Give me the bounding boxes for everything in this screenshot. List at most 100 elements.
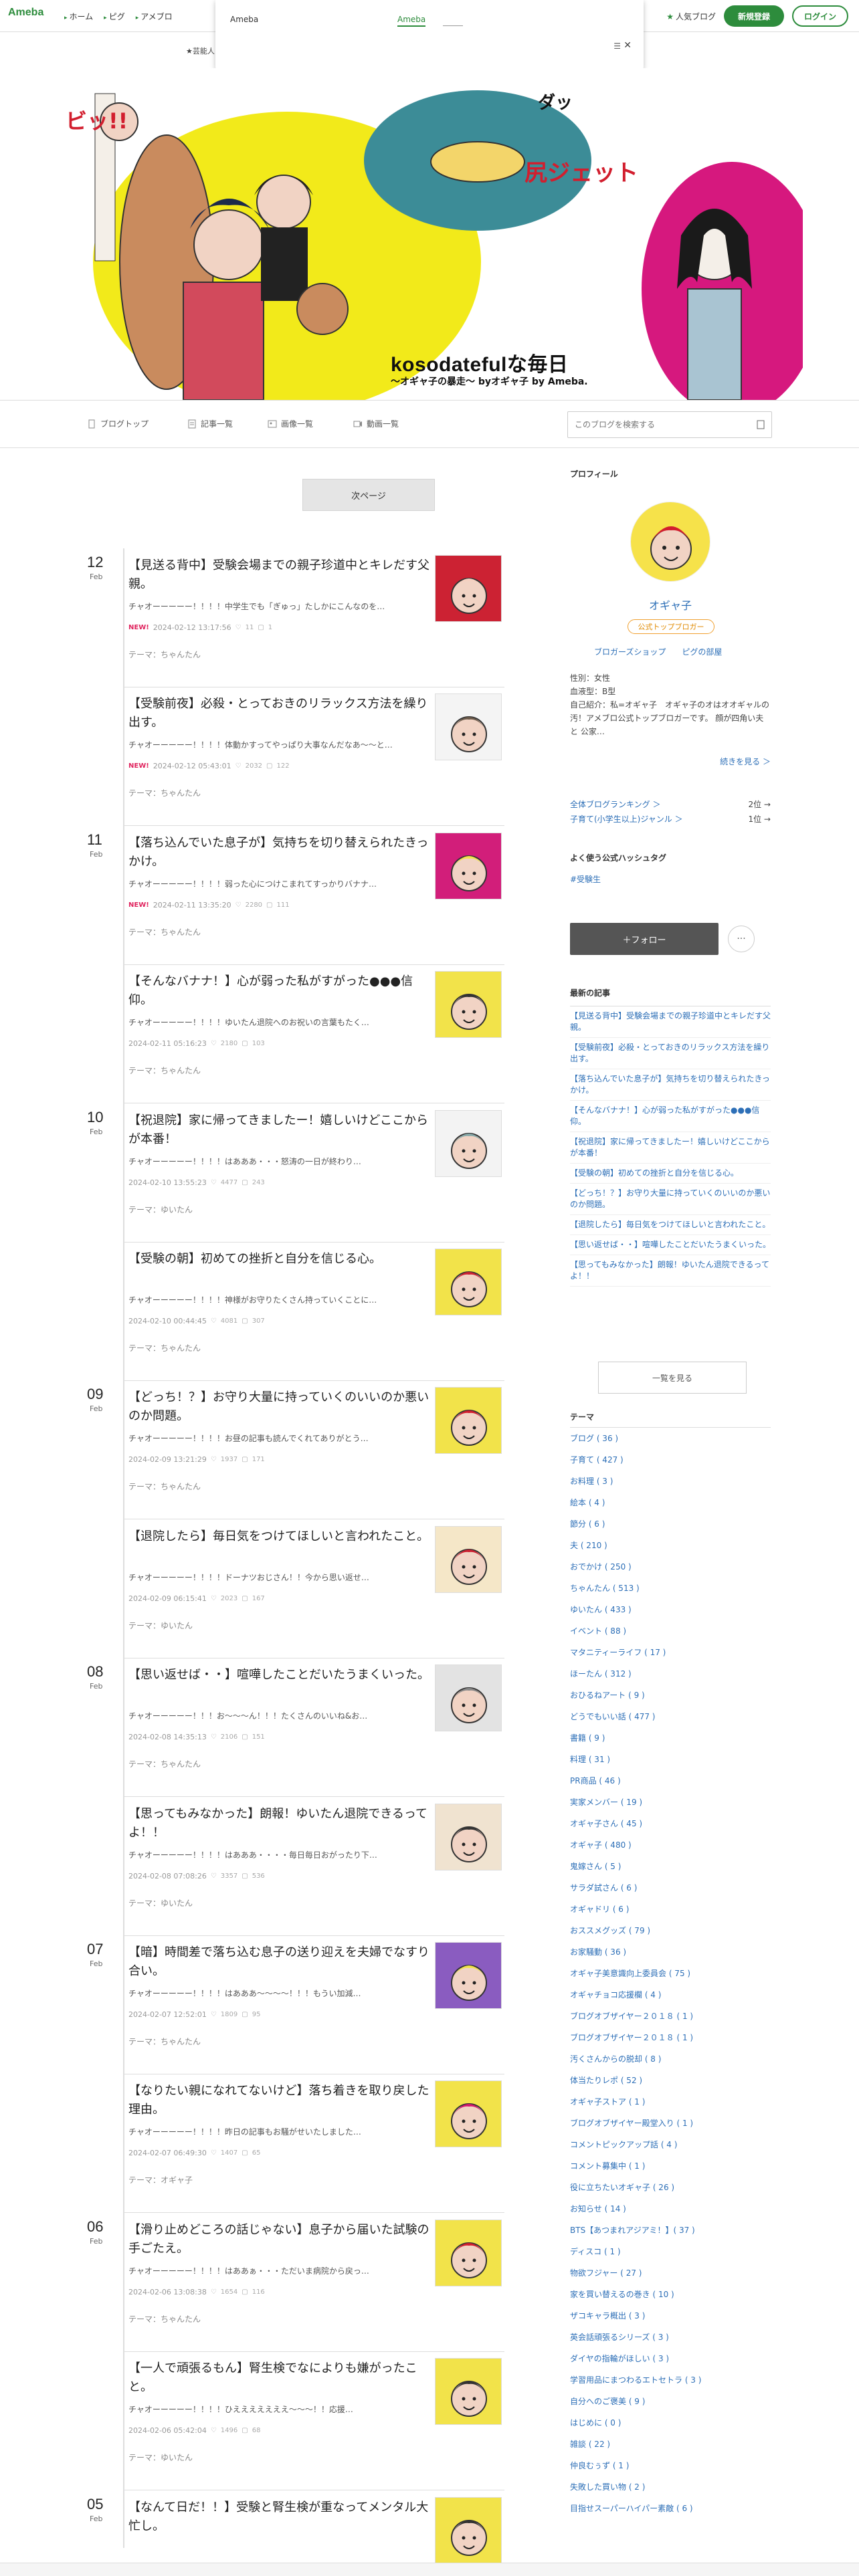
- like-count[interactable]: 2032: [246, 762, 262, 770]
- entry-theme[interactable]: テーマ：ちゃんたん: [128, 926, 201, 938]
- nav-ameblo[interactable]: アメブロ: [136, 11, 172, 22]
- entry-theme[interactable]: テーマ：ちゃんたん: [128, 1065, 201, 1076]
- entry-title[interactable]: 【祝退院】家に帰ってきましたー！嬉しいけどここからが本番！: [128, 1111, 430, 1149]
- theme-link[interactable]: 自分へのご褒美 ( 9 ): [570, 2391, 771, 2412]
- theme-link[interactable]: 料理 ( 31 ): [570, 1749, 771, 1770]
- blog-header-banner[interactable]: 尻ジェット ビッ!! ダッ kosodatefulな毎日 〜オギャ子の暴走〜 b…: [56, 68, 803, 400]
- theme-link[interactable]: おでかけ ( 250 ): [570, 1556, 771, 1578]
- like-count[interactable]: 4477: [221, 1179, 237, 1186]
- theme-link[interactable]: オギャ子美意識向上委員会 ( 75 ): [570, 1963, 771, 1984]
- like-count[interactable]: 4081: [221, 1317, 237, 1325]
- nav-pigg[interactable]: ピグ: [104, 11, 125, 22]
- entry-thumbnail[interactable]: [435, 2358, 502, 2425]
- entry-thumbnail[interactable]: [435, 1526, 502, 1593]
- latest-article-link[interactable]: 【祝退院】家に帰ってきましたー！嬉しいけどここからが本番！: [570, 1132, 771, 1164]
- latest-article-link[interactable]: 【受験前夜】必殺・とっておきのリラックス方法を繰り出す。: [570, 1038, 771, 1069]
- entry-theme[interactable]: テーマ：ちゃんたん: [128, 649, 201, 660]
- theme-link[interactable]: ちゃんたん ( 513 ): [570, 1578, 771, 1599]
- entry-theme[interactable]: テーマ：ゆいたん: [128, 1620, 193, 1631]
- comment-count[interactable]: 65: [252, 2149, 261, 2157]
- theme-link[interactable]: オギャ子 ( 480 ): [570, 1834, 771, 1856]
- theme-link[interactable]: オギャチョコ応援欄 ( 4 ): [570, 1984, 771, 2006]
- entry-theme[interactable]: テーマ：ゆいたん: [128, 1204, 193, 1215]
- theme-link[interactable]: 節分 ( 6 ): [570, 1513, 771, 1535]
- entry-title[interactable]: 【見送る背中】受験会場までの親子珍道中とキレだす父親。: [128, 556, 430, 594]
- entry-title[interactable]: 【退院したら】毎日気をつけてほしいと言われたこと。: [128, 1527, 430, 1546]
- theme-link[interactable]: 家を買い替えるの巻き ( 10 ): [570, 2284, 771, 2305]
- like-count[interactable]: 2280: [246, 901, 262, 909]
- entry-title[interactable]: 【受験の朝】初めての挫折と自分を信じる心。: [128, 1250, 430, 1269]
- like-count[interactable]: 11: [246, 624, 254, 631]
- popup-link[interactable]: Ameba: [397, 15, 426, 27]
- theme-link[interactable]: ほーたん ( 312 ): [570, 1663, 771, 1685]
- theme-link[interactable]: おひるねアート ( 9 ): [570, 1685, 771, 1706]
- entry-thumbnail[interactable]: [435, 2497, 502, 2564]
- comment-count[interactable]: 111: [277, 901, 290, 909]
- entry-theme[interactable]: テーマ：ちゃんたん: [128, 2036, 201, 2047]
- comment-count[interactable]: 171: [252, 1456, 265, 1463]
- view-list-button[interactable]: 一覧を見る: [598, 1362, 747, 1394]
- entry-theme[interactable]: テーマ：ちゃんたん: [128, 787, 201, 798]
- entry-thumbnail[interactable]: [435, 1387, 502, 1454]
- latest-article-link[interactable]: 【退院したら】毎日気をつけてほしいと言われたこと。: [570, 1215, 771, 1235]
- popular-blog-link[interactable]: ★ 人気ブログ: [666, 11, 716, 22]
- register-button[interactable]: 新規登録: [724, 5, 784, 27]
- latest-article-link[interactable]: 【そんなバナナ！】心が弱った私がすがった●●●信仰。: [570, 1101, 771, 1132]
- theme-link[interactable]: PR商品 ( 46 ): [570, 1770, 771, 1792]
- theme-link[interactable]: ザコキャラ概出 ( 3 ): [570, 2305, 771, 2327]
- entry-thumbnail[interactable]: [435, 1804, 502, 1870]
- entry-title[interactable]: 【滑り止めどころの話じゃない】息子から届いた試験の手ごたえ。: [128, 2221, 430, 2258]
- comment-count[interactable]: 167: [252, 1595, 265, 1602]
- entry-title[interactable]: 【受験前夜】必殺・とっておきのリラックス方法を繰り出す。: [128, 695, 430, 732]
- theme-link[interactable]: オギャ子ストア ( 1 ): [570, 2091, 771, 2113]
- more-options-button[interactable]: ···: [728, 926, 755, 952]
- profile-name[interactable]: オギャ子: [570, 597, 771, 613]
- theme-link[interactable]: 役に立ちたいオギャ子 ( 26 ): [570, 2177, 771, 2198]
- comment-count[interactable]: 95: [252, 2011, 261, 2018]
- like-count[interactable]: 3357: [221, 1872, 237, 1880]
- entry-title[interactable]: 【思ってもみなかった】朗報！ゆいたん退院できるってよ！！: [128, 1805, 430, 1842]
- theme-link[interactable]: 体当たりレポ ( 52 ): [570, 2070, 771, 2091]
- comment-count[interactable]: 536: [252, 1872, 265, 1880]
- pigg-room-link[interactable]: ピグの部屋: [682, 646, 722, 657]
- theme-link[interactable]: 目指せスーパーハイパー素敵 ( 6 ): [570, 2498, 771, 2519]
- comment-count[interactable]: 307: [252, 1317, 265, 1325]
- entry-thumbnail[interactable]: [435, 833, 502, 899]
- theme-link[interactable]: イベント ( 88 ): [570, 1620, 771, 1642]
- latest-article-link[interactable]: 【見送る背中】受験会場までの親子珍道中とキレだす父親。: [570, 1006, 771, 1038]
- entry-title[interactable]: 【暗】時間差で落ち込む息子の送り迎えを夫婦でなすり合い。: [128, 1943, 430, 1981]
- like-count[interactable]: 2180: [221, 1040, 237, 1047]
- bloggers-shop-link[interactable]: ブロガーズショップ: [594, 646, 666, 657]
- theme-link[interactable]: はじめに ( 0 ): [570, 2412, 771, 2434]
- theme-link[interactable]: マタニティーライフ ( 17 ): [570, 1642, 771, 1663]
- theme-link[interactable]: 学習用品にまつわるエトセトラ ( 3 ): [570, 2369, 771, 2391]
- entry-title[interactable]: 【なりたい親になれてないけど】落ち着きを取り戻した理由。: [128, 2082, 430, 2119]
- theme-link[interactable]: お家騒動 ( 36 ): [570, 1941, 771, 1963]
- search-icon[interactable]: [755, 419, 766, 430]
- entry-title[interactable]: 【どっち！？】お守り大量に持っていくのいいのか悪いのか問題。: [128, 1388, 430, 1426]
- entry-thumbnail[interactable]: [435, 1110, 502, 1177]
- entry-thumbnail[interactable]: [435, 1942, 502, 2009]
- entry-thumbnail[interactable]: [435, 2080, 502, 2147]
- latest-article-link[interactable]: 【どっち！？】お守り大量に持っていくのいいのか悪いのか問題。: [570, 1184, 771, 1215]
- theme-link[interactable]: 絵本 ( 4 ): [570, 1492, 771, 1513]
- close-icon[interactable]: ✕: [624, 40, 632, 51]
- theme-link[interactable]: サラダ試さん ( 6 ): [570, 1877, 771, 1899]
- entry-title[interactable]: 【思い返せば・・】喧嘩したことだいたうまくいった。: [128, 1666, 430, 1685]
- like-count[interactable]: 2023: [221, 1595, 237, 1602]
- like-count[interactable]: 1407: [221, 2149, 237, 2157]
- theme-link[interactable]: ゆいたん ( 433 ): [570, 1599, 771, 1620]
- entry-thumbnail[interactable]: [435, 971, 502, 1038]
- like-count[interactable]: 1496: [221, 2427, 237, 2434]
- login-button[interactable]: ログイン: [792, 5, 848, 27]
- entry-thumbnail[interactable]: [435, 1665, 502, 1731]
- entry-title[interactable]: 【一人で頑張るもん】腎生検でなによりも嫌がったこと。: [128, 2359, 430, 2397]
- nav-article-list[interactable]: 記事一覧: [187, 418, 233, 429]
- comment-count[interactable]: 151: [252, 1733, 265, 1741]
- latest-article-link[interactable]: 【落ち込んでいた息子が】気持ちを切り替えられたきっかけ。: [570, 1069, 771, 1101]
- entry-thumbnail[interactable]: [435, 693, 502, 760]
- like-count[interactable]: 1654: [221, 2288, 237, 2296]
- entry-theme[interactable]: テーマ：ゆいたん: [128, 2452, 193, 2463]
- entry-theme[interactable]: テーマ：ゆいたん: [128, 1897, 193, 1909]
- comment-count[interactable]: 103: [252, 1040, 265, 1047]
